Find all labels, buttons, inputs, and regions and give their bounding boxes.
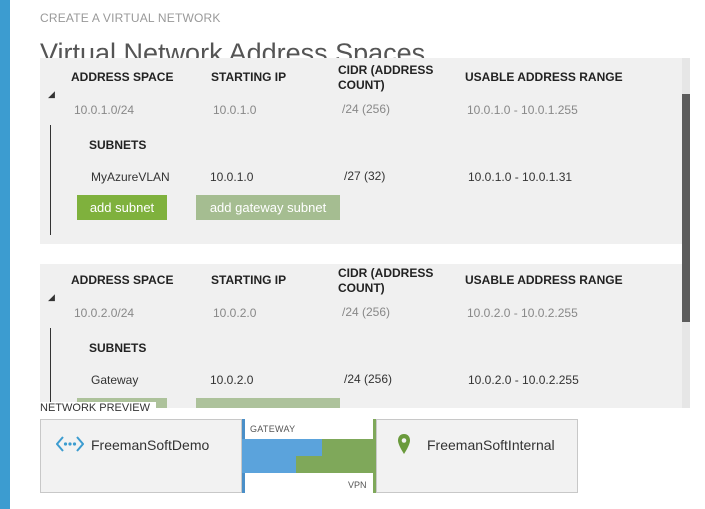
address-space-value[interactable]: 10.0.2.0/24 [74,306,134,320]
subnet-tree-line [50,328,51,408]
gateway-bar-step [296,439,322,456]
address-space-panel: ADDRESS SPACE STARTING IP CIDR (ADDRESS … [40,264,682,408]
col-header-usable-range: USABLE ADDRESS RANGE [465,273,623,287]
subnet-usable-range: 10.0.1.0 - 10.0.1.31 [468,170,573,184]
wizard-title: CREATE A VIRTUAL NETWORK [40,11,221,25]
subnets-header: SUBNETS [89,341,147,355]
gateway-link: GATEWAY VPN [242,419,376,493]
subnet-name[interactable]: MyAzureVLAN [91,170,170,184]
subnet-cidr[interactable]: /27 (32) [344,169,385,183]
vpn-label: VPN [348,480,367,490]
vpn-bar [296,456,376,473]
left-network-box: FreemanSoftDemo [40,419,242,493]
subnet-starting-ip[interactable]: 10.0.2.0 [210,373,253,387]
subnet-cidr[interactable]: /24 (256) [344,372,392,386]
left-accent-strip [0,0,10,509]
subnet-starting-ip[interactable]: 10.0.1.0 [210,170,253,184]
right-network-name: FreemanSoftInternal [427,437,555,453]
left-network-name: FreemanSoftDemo [91,437,210,453]
add-gateway-subnet-button[interactable]: add gateway subnet [196,195,340,220]
subnet-name[interactable]: Gateway [91,373,138,387]
col-header-cidr: CIDR (ADDRESS COUNT) [338,266,433,296]
cidr-value[interactable]: /24 (256) [342,305,390,319]
scrollbar-thumb[interactable] [682,94,690,322]
usable-range-value: 10.0.2.0 - 10.0.2.255 [467,306,578,320]
address-space-value[interactable]: 10.0.1.0/24 [74,103,134,117]
location-pin-icon [397,433,411,460]
col-header-starting-ip: STARTING IP [211,273,287,287]
address-spaces-scroll-area[interactable]: ADDRESS SPACE STARTING IP CIDR (ADDRESS … [40,58,692,408]
caret-down-icon[interactable]: ◢ [48,292,55,303]
right-network-box: FreemanSoftInternal [376,419,578,493]
cidr-header-line2: COUNT) [338,78,385,92]
add-subnet-button[interactable]: add subnet [77,195,167,220]
add-gateway-subnet-button[interactable] [196,398,340,408]
network-preview-label: NETWORK PREVIEW [40,402,157,414]
cidr-header-line1: CIDR (ADDRESS [338,63,434,77]
col-header-starting-ip: STARTING IP [211,70,287,84]
subnets-header: SUBNETS [89,138,147,152]
vpn-bar-top [322,439,376,456]
cidr-header-line1: CIDR (ADDRESS [338,266,434,280]
subnet-tree-line [50,125,51,235]
gateway-label: GATEWAY [250,424,296,434]
address-space-panel: ADDRESS SPACE STARTING IP CIDR (ADDRESS … [40,58,682,244]
usable-range-value: 10.0.1.0 - 10.0.1.255 [467,103,578,117]
col-header-address-space: ADDRESS SPACE [71,273,174,287]
starting-ip-value[interactable]: 10.0.2.0 [213,306,256,320]
gateway-bar [242,439,296,473]
cidr-header-line2: COUNT) [338,281,385,295]
caret-down-icon[interactable]: ◢ [48,89,55,100]
starting-ip-value[interactable]: 10.0.1.0 [213,103,256,117]
col-header-address-space: ADDRESS SPACE [71,70,174,84]
subnet-usable-range: 10.0.2.0 - 10.0.2.255 [468,373,579,387]
col-header-usable-range: USABLE ADDRESS RANGE [465,70,623,84]
cidr-value[interactable]: /24 (256) [342,102,390,116]
vnet-icon [55,434,85,459]
col-header-cidr: CIDR (ADDRESS COUNT) [338,63,433,93]
